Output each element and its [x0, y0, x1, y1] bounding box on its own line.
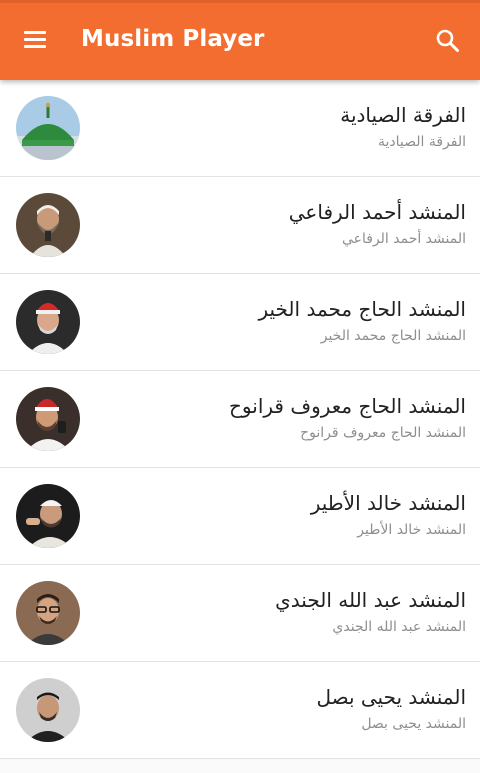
- item-subtitle: المنشد يحيى بصل: [361, 716, 466, 732]
- performers-list: الفرقة الصيادية الفرقة الصيادية المنشد أ…: [0, 80, 480, 759]
- list-item[interactable]: المنشد أحمد الرفاعي المنشد أحمد الرفاعي: [0, 177, 480, 274]
- avatar: [16, 581, 80, 645]
- item-text: المنشد عبد الله الجندي المنشد عبد الله ا…: [106, 587, 466, 637]
- item-title: المنشد خالد الأطير: [310, 491, 466, 515]
- item-subtitle: المنشد الحاج محمد الخير: [320, 328, 466, 344]
- item-subtitle: المنشد الحاج معروف قرانوح: [300, 425, 466, 441]
- list-item[interactable]: المنشد الحاج معروف قرانوح المنشد الحاج م…: [0, 371, 480, 468]
- item-text: المنشد الحاج معروف قرانوح المنشد الحاج م…: [106, 393, 466, 443]
- list-item[interactable]: الفرقة الصيادية الفرقة الصيادية: [0, 80, 480, 177]
- avatar: [16, 193, 80, 257]
- search-icon[interactable]: [432, 25, 464, 57]
- avatar: [16, 387, 80, 451]
- item-text: المنشد خالد الأطير المنشد خالد الأطير: [106, 490, 466, 540]
- avatar: [16, 96, 80, 160]
- avatar: [16, 678, 80, 742]
- item-title: المنشد الحاج معروف قرانوح: [229, 394, 466, 418]
- item-text: الفرقة الصيادية الفرقة الصيادية: [106, 102, 466, 152]
- item-subtitle: المنشد عبد الله الجندي: [332, 619, 466, 635]
- list-item[interactable]: المنشد خالد الأطير المنشد خالد الأطير: [0, 468, 480, 565]
- item-subtitle: المنشد أحمد الرفاعي: [341, 231, 466, 247]
- item-title: المنشد عبد الله الجندي: [275, 588, 466, 612]
- app-title: Muslim Player: [81, 26, 265, 52]
- status-strip: [0, 0, 480, 3]
- item-text: المنشد يحيى بصل المنشد يحيى بصل: [106, 684, 466, 734]
- list-item[interactable]: المنشد الحاج محمد الخير المنشد الحاج محم…: [0, 274, 480, 371]
- list-item[interactable]: المنشد عبد الله الجندي المنشد عبد الله ا…: [0, 565, 480, 662]
- app-screen: Muslim Player الفرقة الصيادية الفرقة الص…: [0, 0, 480, 773]
- list-item[interactable]: المنشد يحيى بصل المنشد يحيى بصل: [0, 662, 480, 759]
- item-title: المنشد الحاج محمد الخير: [258, 297, 466, 321]
- app-bar: Muslim Player: [0, 0, 480, 80]
- avatar: [16, 290, 80, 354]
- menu-icon[interactable]: [20, 25, 56, 57]
- item-text: المنشد أحمد الرفاعي المنشد أحمد الرفاعي: [106, 199, 466, 249]
- item-subtitle: المنشد خالد الأطير: [357, 522, 466, 538]
- item-subtitle: الفرقة الصيادية: [377, 134, 466, 150]
- avatar: [16, 484, 80, 548]
- item-title: المنشد يحيى بصل: [316, 685, 466, 709]
- item-text: المنشد الحاج محمد الخير المنشد الحاج محم…: [106, 296, 466, 346]
- item-title: الفرقة الصيادية: [340, 103, 466, 127]
- item-title: المنشد أحمد الرفاعي: [288, 200, 466, 224]
